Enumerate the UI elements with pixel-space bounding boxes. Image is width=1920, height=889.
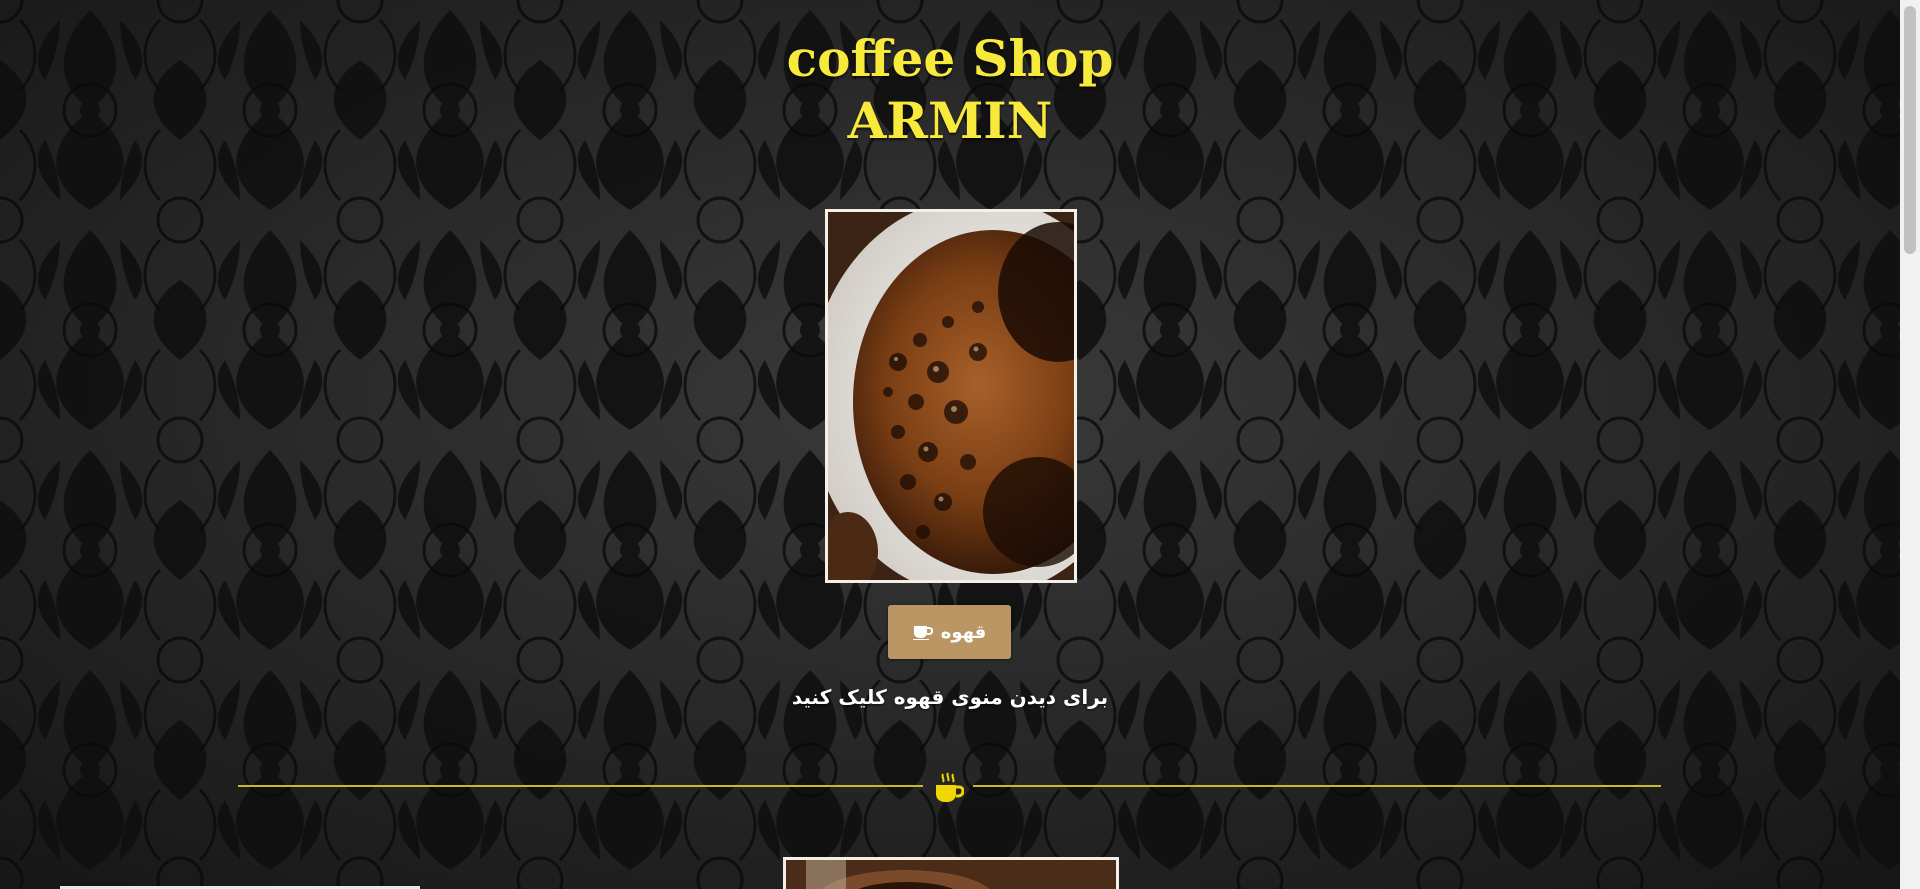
section-divider-right — [973, 785, 1661, 787]
coffee-menu-button-label: قهوه — [940, 621, 987, 643]
coffee-cup-photo — [825, 209, 1077, 583]
coffee-menu-button[interactable]: قهوه — [888, 605, 1011, 659]
scrollbar-thumb[interactable] — [1904, 6, 1916, 254]
next-section-photo — [783, 857, 1119, 889]
page-content: coffee Shop ARMIN قهوه برای دیدن منوی قه… — [0, 0, 1900, 889]
steaming-coffee-icon — [934, 772, 965, 804]
site-title-line-1: coffee Shop — [786, 29, 1114, 88]
page-scrollbar[interactable] — [1900, 0, 1920, 889]
coffee-cup-icon — [912, 624, 933, 640]
site-title: coffee Shop ARMIN — [0, 28, 1900, 152]
menu-hint-text: برای دیدن منوی قهوه کلیک کنید — [791, 685, 1109, 709]
site-title-line-2: ARMIN — [847, 91, 1053, 150]
section-divider-left — [238, 785, 923, 787]
